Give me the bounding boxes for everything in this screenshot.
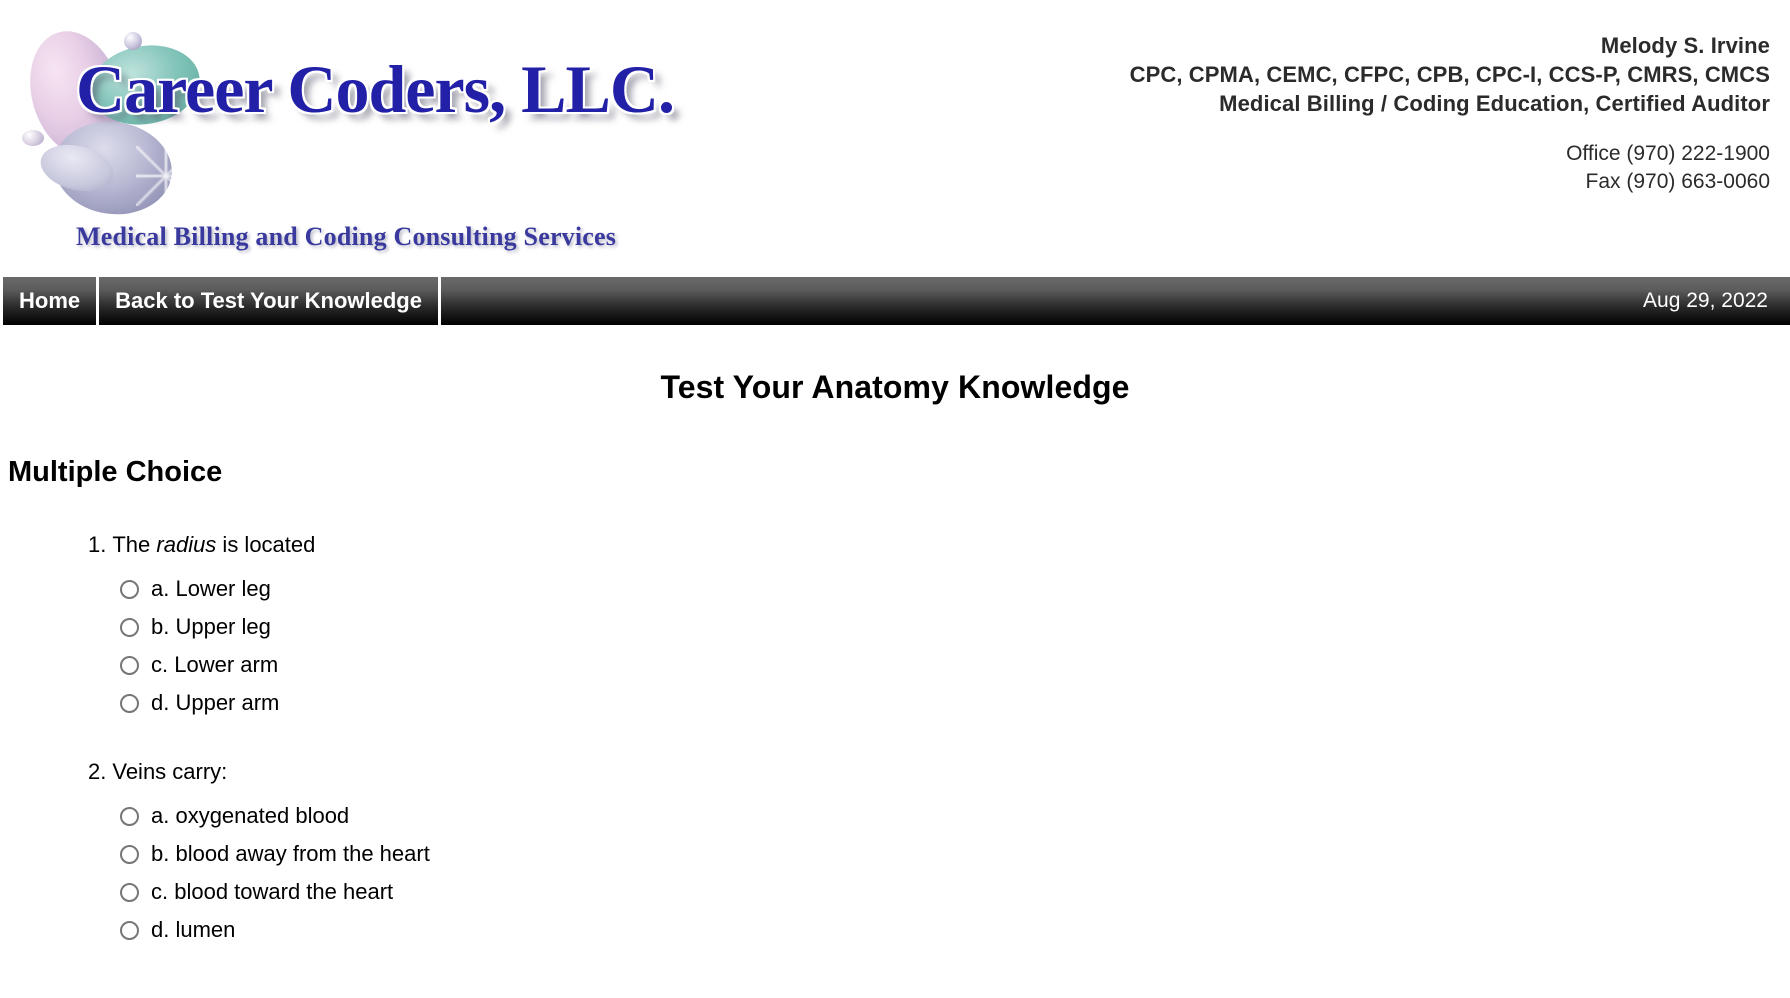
radio-button-icon[interactable] xyxy=(120,844,139,864)
contact-info: Melody S. Irvine CPC, CPMA, CEMC, CFPC, … xyxy=(870,32,1770,196)
radio-button-icon[interactable] xyxy=(120,579,139,599)
option-label: a. oxygenated blood xyxy=(151,803,350,828)
option-label: b. blood away from the heart xyxy=(151,841,430,866)
option-row[interactable]: c. blood toward the heart xyxy=(120,873,1790,911)
site-logo[interactable]: Career Coders, LLC. Medical Billing and … xyxy=(16,8,758,256)
radio-button-icon[interactable] xyxy=(120,655,139,675)
contact-office-phone: Office (970) 222-1900 xyxy=(1566,142,1770,165)
option-row[interactable]: a. Lower leg xyxy=(120,570,1790,608)
option-list: a. Lower leg b. Upper leg c. Lower arm d. U… xyxy=(120,570,1790,722)
option-row[interactable]: b. blood away from the heart xyxy=(120,835,1790,873)
section-title-multiple-choice: Multiple Choice xyxy=(8,456,223,488)
question-text: 2. Veins carry: xyxy=(88,758,1790,786)
contact-name: Melody S. Irvine xyxy=(1600,33,1770,58)
contact-fax-phone: Fax (970) 663-0060 xyxy=(1585,170,1770,193)
radio-button-icon[interactable] xyxy=(120,693,139,713)
page-title: Test Your Anatomy Knowledge xyxy=(660,369,1130,405)
radio-button-icon[interactable] xyxy=(120,920,139,940)
logo-sparkle-icon xyxy=(136,146,196,206)
question: 1. The radius is located a. Lower leg b. Up… xyxy=(88,531,1790,722)
option-row[interactable]: d. Upper arm xyxy=(120,684,1790,722)
option-label: c. blood toward the heart xyxy=(151,879,394,904)
nav-item-back-to-test-your-knowledge[interactable]: Back to Test Your Knowledge xyxy=(99,277,438,325)
logo-wordmark: Career Coders, LLC. xyxy=(76,51,675,127)
question-text-after: is located xyxy=(216,532,316,557)
option-row[interactable]: c. Lower arm xyxy=(120,646,1790,684)
question-term-italic: radius xyxy=(156,532,217,557)
option-row[interactable]: a. oxygenated blood xyxy=(120,797,1790,835)
option-label: d. lumen xyxy=(151,917,236,942)
logo-tagline: Medical Billing and Coding Consulting Se… xyxy=(76,222,617,251)
radio-button-icon[interactable] xyxy=(120,617,139,637)
question: 2. Veins carry: a. oxygenated blood b. bloo… xyxy=(88,758,1790,949)
option-label: c. Lower arm xyxy=(151,652,279,677)
logo-sphere-upper xyxy=(124,32,142,50)
question-number: 2. xyxy=(88,759,107,784)
question-number: 1. xyxy=(88,532,107,557)
option-row[interactable]: d. lumen xyxy=(120,911,1790,949)
radio-button-icon[interactable] xyxy=(120,882,139,902)
question-text-before: The xyxy=(112,532,157,557)
radio-button-icon[interactable] xyxy=(120,806,139,826)
contact-credentials: CPC, CPMA, CEMC, CFPC, CPB, CPC-I, CCS-P… xyxy=(1129,62,1770,87)
option-label: d. Upper arm xyxy=(151,690,280,715)
question-list: 1. The radius is located a. Lower leg b. Up… xyxy=(88,531,1790,949)
nav-date: Aug 29, 2022 xyxy=(1643,289,1768,312)
main-content: Test Your Anatomy Knowledge Multiple Cho… xyxy=(0,325,1790,985)
question-text-before: Veins carry: xyxy=(112,759,228,784)
logo-sphere-left xyxy=(22,130,44,146)
question-text: 1. The radius is located xyxy=(88,531,1790,559)
option-label: b. Upper leg xyxy=(151,614,271,639)
option-list: a. oxygenated blood b. blood away from th… xyxy=(120,797,1790,949)
nav-item-home[interactable]: Home xyxy=(3,277,96,325)
option-row[interactable]: b. Upper leg xyxy=(120,608,1790,646)
page-header: Career Coders, LLC. Medical Billing and … xyxy=(0,0,1790,277)
contact-role: Medical Billing / Coding Education, Cert… xyxy=(1219,91,1770,116)
option-label: a. Lower leg xyxy=(151,576,271,601)
contact-spacer xyxy=(870,118,1770,140)
navigation-bar: Home Back to Test Your Knowledge Aug 29,… xyxy=(0,277,1790,325)
